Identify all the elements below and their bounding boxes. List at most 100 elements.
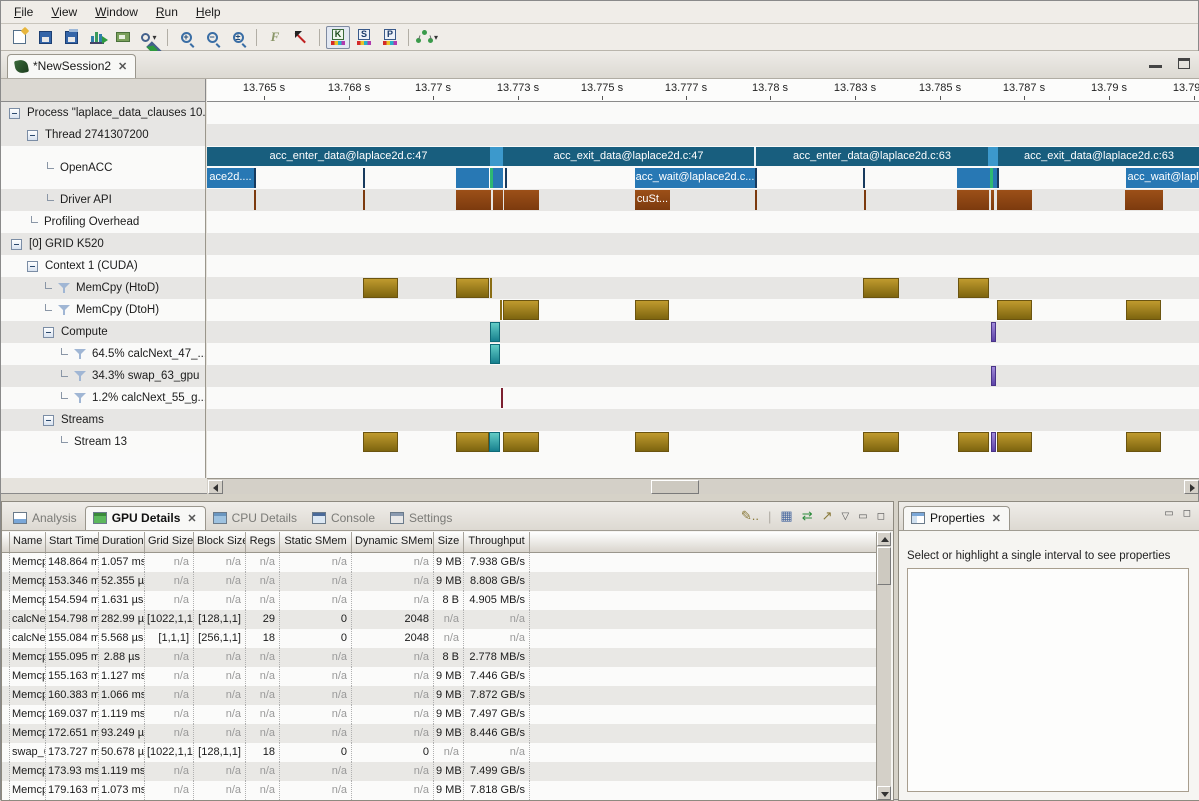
timeline-interval[interactable] <box>490 322 500 342</box>
menu-view[interactable]: View <box>42 2 86 22</box>
save-all-button[interactable] <box>59 26 83 49</box>
tree-row[interactable]: 64.5% calcNext_47_... <box>1 343 205 365</box>
table-vertical-scrollbar[interactable] <box>876 532 891 800</box>
collapse-minus-icon[interactable] <box>27 130 38 141</box>
timeline-interval[interactable] <box>755 190 757 210</box>
filter-funnel-icon[interactable] <box>74 348 87 360</box>
table-row[interactable]: Memcpy179.163 ms1.073 msn/an/an/an/an/a9… <box>2 781 878 800</box>
search-button[interactable]: ▾ <box>137 26 161 49</box>
timeline-interval[interactable] <box>489 432 500 452</box>
timeline-interval[interactable] <box>991 432 996 452</box>
properties-tab-close-icon[interactable]: ✕ <box>992 512 1001 525</box>
stream-view-toggle[interactable]: S <box>352 26 376 49</box>
table-row[interactable]: calcNext155.084 ms5.568 µs[1,1,1][256,1,… <box>2 629 878 648</box>
column-header-duration[interactable]: Duration <box>99 532 145 552</box>
timeline-interval[interactable]: acc_wait@laplace2d.c... <box>635 168 755 188</box>
tree-row[interactable]: [0] GRID K520 <box>1 233 205 255</box>
process-view-toggle[interactable]: P <box>378 26 402 49</box>
timeline-interval[interactable] <box>755 168 757 188</box>
session-tab-close-icon[interactable]: ✕ <box>118 60 127 73</box>
timeline-interval[interactable] <box>991 190 994 210</box>
timeline-interval[interactable] <box>957 190 989 210</box>
zoom-fit-button[interactable]: ± <box>226 26 250 49</box>
timeline-interval[interactable] <box>991 366 996 386</box>
timeline-interval[interactable] <box>958 278 989 298</box>
table-scrollbar-thumb[interactable] <box>877 547 891 585</box>
tree-row[interactable]: Profiling Overhead <box>1 211 205 233</box>
zoom-in-button[interactable]: + <box>174 26 198 49</box>
timeline-interval[interactable] <box>863 278 899 298</box>
timeline-interval[interactable] <box>363 168 365 188</box>
timeline-interval[interactable] <box>635 432 669 452</box>
collapse-minus-icon[interactable] <box>11 239 22 250</box>
tree-row[interactable]: Compute <box>1 321 205 343</box>
marker-filter-button[interactable]: F <box>263 26 287 49</box>
panel-minimize-icon[interactable]: ▭ <box>858 511 867 522</box>
layout-icon[interactable]: ▦ <box>780 508 792 524</box>
timeline-interval[interactable] <box>863 432 899 452</box>
table-scroll-down-button[interactable] <box>877 786 891 800</box>
timeline-interval[interactable] <box>997 168 999 188</box>
column-header-throughput[interactable]: Throughput <box>464 532 530 552</box>
properties-minimize-icon[interactable]: ▭ <box>1164 508 1173 519</box>
session-tab[interactable]: *NewSession2 ✕ <box>7 54 136 78</box>
timeline-interval[interactable] <box>503 432 539 452</box>
timeline-interval[interactable] <box>864 190 866 210</box>
panel-maximize-icon[interactable]: ◻ <box>877 511 885 522</box>
table-row[interactable]: Memcpy153.346 ms52.355 µsn/an/an/an/an/a… <box>2 572 878 591</box>
column-header-block-size[interactable]: Block Size <box>194 532 246 552</box>
table-row[interactable]: Memcpy155.163 ms1.127 msn/an/an/an/an/a9… <box>2 667 878 686</box>
timeline-interval[interactable] <box>505 168 507 188</box>
scroll-left-button[interactable] <box>208 480 223 494</box>
table-row[interactable]: Memcpy173.93 ms1.119 msn/an/an/an/an/a9 … <box>2 762 878 781</box>
filter-funnel-icon[interactable] <box>74 392 87 404</box>
collapse-minus-icon[interactable] <box>9 108 20 119</box>
column-header-name[interactable]: Name <box>10 532 46 552</box>
collapse-minus-icon[interactable] <box>43 415 54 426</box>
collapse-minus-icon[interactable] <box>43 327 54 338</box>
timeline-interval[interactable] <box>504 190 539 210</box>
save-button[interactable] <box>33 26 57 49</box>
timeline-interval[interactable] <box>493 168 503 188</box>
timeline-interval[interactable] <box>490 344 500 364</box>
menu-help[interactable]: Help <box>187 2 230 22</box>
column-header-start-time[interactable]: Start Time <box>46 532 99 552</box>
tree-row[interactable]: OpenACC <box>1 146 205 189</box>
tree-row[interactable]: Context 1 (CUDA) <box>1 255 205 277</box>
tab-gpu-details[interactable]: GPU Details ✕ <box>85 506 206 530</box>
timeline-interval[interactable]: cuSt... <box>635 190 670 210</box>
tree-row[interactable]: 1.2% calcNext_55_g... <box>1 387 205 409</box>
timeline-interval[interactable] <box>254 190 256 210</box>
table-row[interactable]: Memcpy169.037 ms1.119 msn/an/an/an/an/a9… <box>2 705 878 724</box>
timeline-interval[interactable] <box>635 300 669 320</box>
timeline-interval[interactable] <box>456 278 489 298</box>
timeline-interval[interactable] <box>863 168 865 188</box>
export-icon[interactable]: ↗ <box>822 508 833 524</box>
timeline-interval[interactable] <box>997 432 1032 452</box>
table-scroll-up-button[interactable] <box>877 532 891 546</box>
menu-window[interactable]: Window <box>86 2 147 22</box>
tree-row[interactable]: 34.3% swap_63_gpu <box>1 365 205 387</box>
table-row[interactable]: Memcpy155.095 ms2.88 µsn/an/an/an/an/a8 … <box>2 648 878 667</box>
timeline-interval[interactable] <box>493 190 503 210</box>
scrollbar-thumb[interactable] <box>651 480 699 494</box>
collapse-minus-icon[interactable] <box>27 261 38 272</box>
timeline-interval[interactable] <box>254 168 256 188</box>
timeline-interval[interactable]: ace2d.... <box>207 168 254 188</box>
tab-console[interactable]: Console <box>305 507 383 530</box>
editor-maximize-icon[interactable] <box>1178 58 1190 69</box>
new-session-button[interactable] <box>7 26 31 49</box>
timeline-interval[interactable] <box>958 432 989 452</box>
menu-run[interactable]: Run <box>147 2 187 22</box>
table-row[interactable]: Memcpy154.594 ms1.631 µsn/an/an/an/an/a8… <box>2 591 878 610</box>
timeline-interval[interactable]: acc_enter_data@laplace2d.c:47 <box>207 147 490 166</box>
timeline-interval[interactable] <box>363 432 398 452</box>
timeline-interval[interactable]: acc_enter_data@laplace2d.c:63 <box>756 147 988 166</box>
timeline-interval[interactable] <box>490 147 503 166</box>
tab-analysis[interactable]: Analysis <box>6 507 85 530</box>
timeline-interval[interactable] <box>997 300 1032 320</box>
timeline-interval[interactable] <box>1126 300 1161 320</box>
go-to-marker-button[interactable] <box>289 26 313 49</box>
timeline-interval[interactable] <box>997 190 1032 210</box>
timeline-interval[interactable] <box>490 278 492 298</box>
